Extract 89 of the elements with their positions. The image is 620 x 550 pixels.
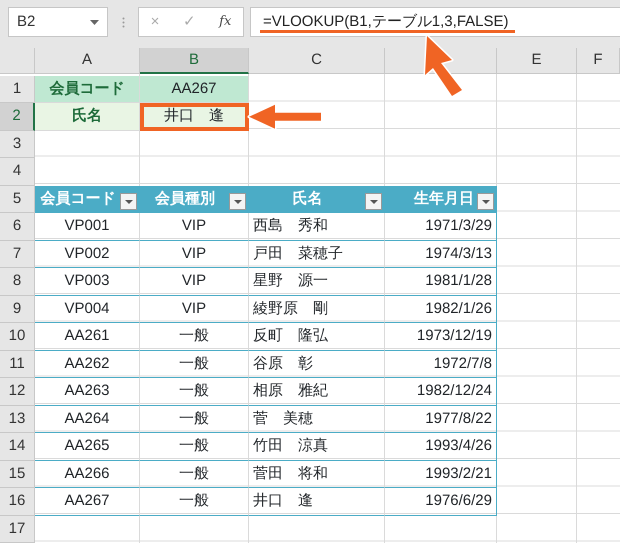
label-cell[interactable]: 会員コード bbox=[35, 76, 140, 103]
table-cell: 1974/3/13 bbox=[385, 240, 497, 268]
table-cell: VIP bbox=[140, 240, 249, 268]
value-cell[interactable]: AA267 bbox=[140, 76, 249, 103]
table-cell: 一般 bbox=[140, 350, 249, 378]
table-cell: AA262 bbox=[35, 350, 140, 378]
table-cell: VIP bbox=[140, 268, 249, 296]
column-header[interactable]: C bbox=[249, 48, 385, 74]
header-label: 生年月日 bbox=[414, 188, 474, 208]
table-cell: 1993/2/21 bbox=[385, 460, 497, 488]
table-cell: AA265 bbox=[35, 433, 140, 460]
table-cell: 一般 bbox=[140, 406, 249, 433]
table-cell: VP001 bbox=[35, 213, 140, 240]
table-cell: 谷原 彰 bbox=[249, 350, 385, 378]
filter-button[interactable] bbox=[477, 193, 494, 210]
table-cell: AA261 bbox=[35, 323, 140, 350]
value-cell[interactable]: 井口 逢 bbox=[140, 103, 249, 130]
column-header[interactable]: A bbox=[35, 48, 140, 74]
insert-function-button[interactable]: fx bbox=[219, 12, 232, 32]
row-header[interactable]: 4 bbox=[0, 158, 35, 186]
dropdown-arrow-icon bbox=[482, 200, 490, 204]
table-cell: 1981/1/28 bbox=[385, 268, 497, 296]
row-header[interactable]: 2 bbox=[0, 103, 35, 130]
header-label: 会員コード bbox=[40, 188, 116, 208]
table-cell: 菅 美穂 bbox=[249, 406, 385, 433]
dropdown-arrow-icon bbox=[370, 200, 378, 204]
table-cell: VP003 bbox=[35, 268, 140, 296]
name-box[interactable]: B2 bbox=[8, 7, 108, 37]
row-header[interactable]: 13 bbox=[0, 406, 35, 433]
table-cell: 1973/12/19 bbox=[385, 323, 497, 350]
table-cell: 竹田 涼真 bbox=[249, 433, 385, 460]
table-cell: 1982/12/24 bbox=[385, 378, 497, 406]
header-label: 氏名 bbox=[292, 188, 322, 208]
table-cell: 菅田 将和 bbox=[249, 460, 385, 488]
table-cell: 相原 雅紀 bbox=[249, 378, 385, 406]
filter-button[interactable] bbox=[120, 193, 137, 210]
label-cell[interactable]: 氏名 bbox=[35, 103, 140, 130]
column-header[interactable]: B bbox=[140, 48, 249, 74]
dropdown-caret-icon[interactable] bbox=[90, 20, 99, 24]
table-cell: 西島 秀和 bbox=[249, 213, 385, 240]
table-cell: 一般 bbox=[140, 433, 249, 460]
table-cell: 戸田 菜穂子 bbox=[249, 240, 385, 268]
formula-field[interactable]: =VLOOKUP(B1,テーブル1,3,FALSE) bbox=[250, 7, 620, 37]
table-cell: 1971/3/29 bbox=[385, 213, 497, 240]
table-cell: 1982/1/26 bbox=[385, 296, 497, 323]
row-header[interactable]: 1 bbox=[0, 76, 35, 103]
table-cell: 井口 逢 bbox=[249, 488, 385, 516]
row-header[interactable]: 9 bbox=[0, 296, 35, 323]
annotation-arrow bbox=[424, 34, 464, 98]
table-cell: 1976/6/29 bbox=[385, 488, 497, 516]
table-cell: 1972/7/8 bbox=[385, 350, 497, 378]
row-header[interactable]: 16 bbox=[0, 488, 35, 516]
row-header[interactable]: 5 bbox=[0, 186, 35, 213]
cell-reference: B2 bbox=[17, 12, 36, 32]
table-cell: 綾野原 剛 bbox=[249, 296, 385, 323]
header-label: 会員種別 bbox=[155, 188, 215, 208]
row-header[interactable]: 6 bbox=[0, 213, 35, 240]
table-cell: 1993/4/26 bbox=[385, 433, 497, 460]
table-cell: 1977/8/22 bbox=[385, 406, 497, 433]
table-cell: VP004 bbox=[35, 296, 140, 323]
row-header[interactable]: 11 bbox=[0, 350, 35, 378]
column-header[interactable]: F bbox=[577, 48, 620, 74]
table-cell: VP002 bbox=[35, 240, 140, 268]
dropdown-arrow-icon bbox=[124, 200, 132, 204]
table-cell: VIP bbox=[140, 213, 249, 240]
row-header[interactable]: 12 bbox=[0, 378, 35, 406]
row-header[interactable]: 14 bbox=[0, 433, 35, 460]
table-cell: AA264 bbox=[35, 406, 140, 433]
table-cell: 反町 隆弘 bbox=[249, 323, 385, 350]
filter-button[interactable] bbox=[229, 193, 246, 210]
table-cell: 星野 源一 bbox=[249, 268, 385, 296]
column-header[interactable]: E bbox=[497, 48, 577, 74]
table-cell: 一般 bbox=[140, 323, 249, 350]
table-cell: AA267 bbox=[35, 488, 140, 516]
row-header[interactable]: 8 bbox=[0, 268, 35, 296]
dropdown-arrow-icon bbox=[234, 200, 242, 204]
row-header[interactable]: 10 bbox=[0, 323, 35, 350]
table-cell: AA266 bbox=[35, 460, 140, 488]
row-header[interactable]: 3 bbox=[0, 130, 35, 158]
row-header[interactable]: 17 bbox=[0, 516, 35, 543]
row-header[interactable]: 15 bbox=[0, 460, 35, 488]
row-header[interactable]: 7 bbox=[0, 240, 35, 268]
table-cell: AA263 bbox=[35, 378, 140, 406]
filter-button[interactable] bbox=[365, 193, 382, 210]
table-cell: 一般 bbox=[140, 488, 249, 516]
table-cell: 一般 bbox=[140, 460, 249, 488]
table-cell: VIP bbox=[140, 296, 249, 323]
table-cell: 一般 bbox=[140, 378, 249, 406]
grip-icon bbox=[122, 16, 124, 28]
